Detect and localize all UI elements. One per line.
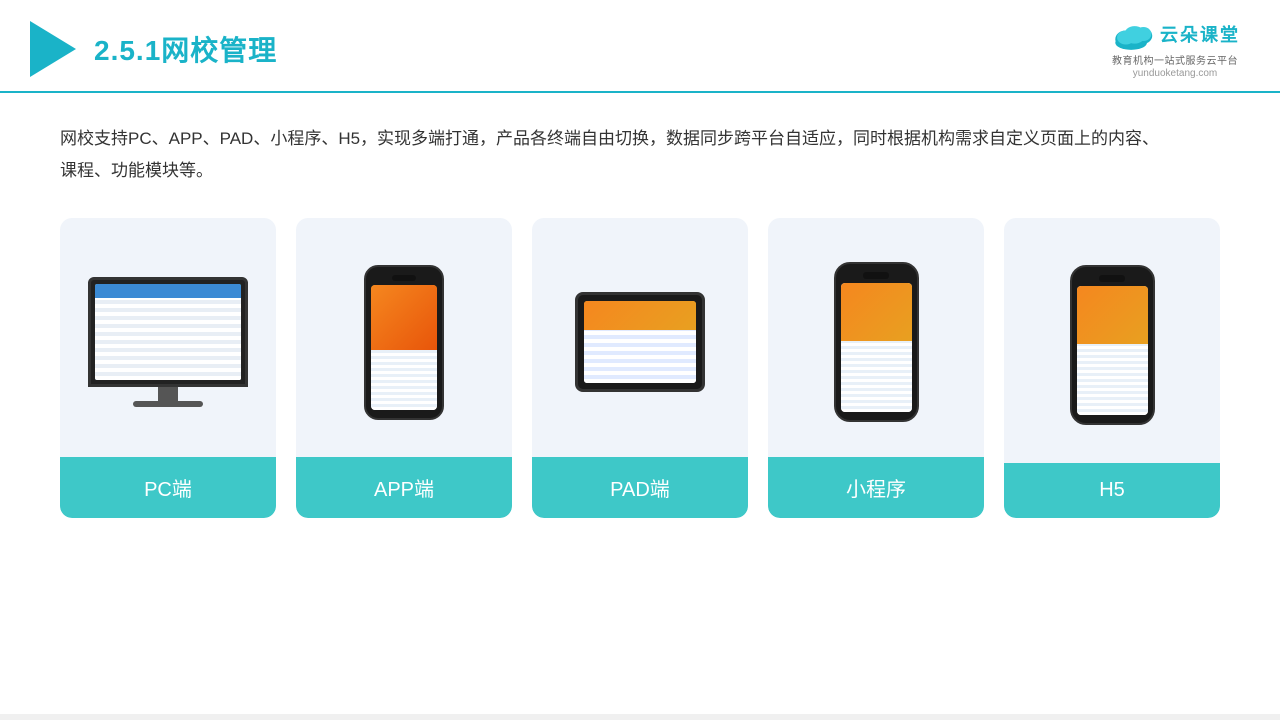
phone-notch: [392, 275, 416, 281]
pc-screen-inner: [95, 284, 241, 380]
app-phone-mockup: [364, 265, 444, 420]
app-image-area: [296, 218, 512, 457]
mini-phone-mockup: [834, 262, 919, 422]
pc-image-area: [60, 218, 276, 457]
title-cn: 网校管理: [161, 35, 277, 66]
bottom-bar: [0, 714, 1280, 720]
mini-image-area: [768, 218, 984, 457]
tablet-screen: [584, 301, 696, 383]
h5-image-area: [1004, 218, 1220, 463]
cards-container: PC端 APP端 PAD端: [60, 218, 1220, 694]
page: 2.5.1网校管理 云朵课堂 教育机构一站式服务云平台 yunduoketa: [0, 0, 1280, 720]
mini-phone-screen: [841, 283, 912, 412]
card-pad: PAD端: [532, 218, 748, 518]
header-left: 2.5.1网校管理: [30, 21, 277, 77]
mini-phone-notch: [863, 272, 889, 279]
page-title: 2.5.1网校管理: [94, 29, 277, 69]
pc-screen-outer: [88, 277, 248, 387]
cloud-icon: [1110, 18, 1154, 50]
h5-phone-screen: [1077, 286, 1148, 415]
description-text: 网校支持PC、APP、PAD、小程序、H5，实现多端打通，产品各终端自由切换，数…: [60, 123, 1160, 188]
pc-mockup: [88, 277, 248, 407]
card-label-h5: H5: [1004, 463, 1220, 518]
card-h5: H5: [1004, 218, 1220, 518]
brand-tagline: 教育机构一站式服务云平台: [1112, 52, 1238, 67]
logo-triangle-icon: [30, 21, 76, 77]
h5-phone-mockup: [1070, 265, 1155, 425]
brand-logo: 云朵课堂 教育机构一站式服务云平台 yunduoketang.com: [1110, 18, 1240, 79]
title-number: 2.5.1: [94, 35, 161, 66]
card-app: APP端: [296, 218, 512, 518]
card-label-app: APP端: [296, 457, 512, 518]
brand-name-cn: 云朵课堂: [1160, 21, 1240, 47]
header: 2.5.1网校管理 云朵课堂 教育机构一站式服务云平台 yunduoketa: [0, 0, 1280, 93]
card-mini: 小程序: [768, 218, 984, 518]
tablet-mockup: [575, 292, 705, 392]
card-pc: PC端: [60, 218, 276, 518]
card-label-pad: PAD端: [532, 457, 748, 518]
cloud-logo-group: 云朵课堂: [1110, 18, 1240, 50]
phone-screen: [371, 285, 437, 410]
card-label-pc: PC端: [60, 457, 276, 518]
main-content: 网校支持PC、APP、PAD、小程序、H5，实现多端打通，产品各终端自由切换，数…: [0, 93, 1280, 714]
brand-url: yunduoketang.com: [1133, 68, 1218, 79]
pc-base: [133, 401, 203, 407]
pad-image-area: [532, 218, 748, 457]
h5-phone-notch: [1099, 275, 1125, 282]
pc-stand: [158, 387, 178, 401]
card-label-mini: 小程序: [768, 457, 984, 518]
